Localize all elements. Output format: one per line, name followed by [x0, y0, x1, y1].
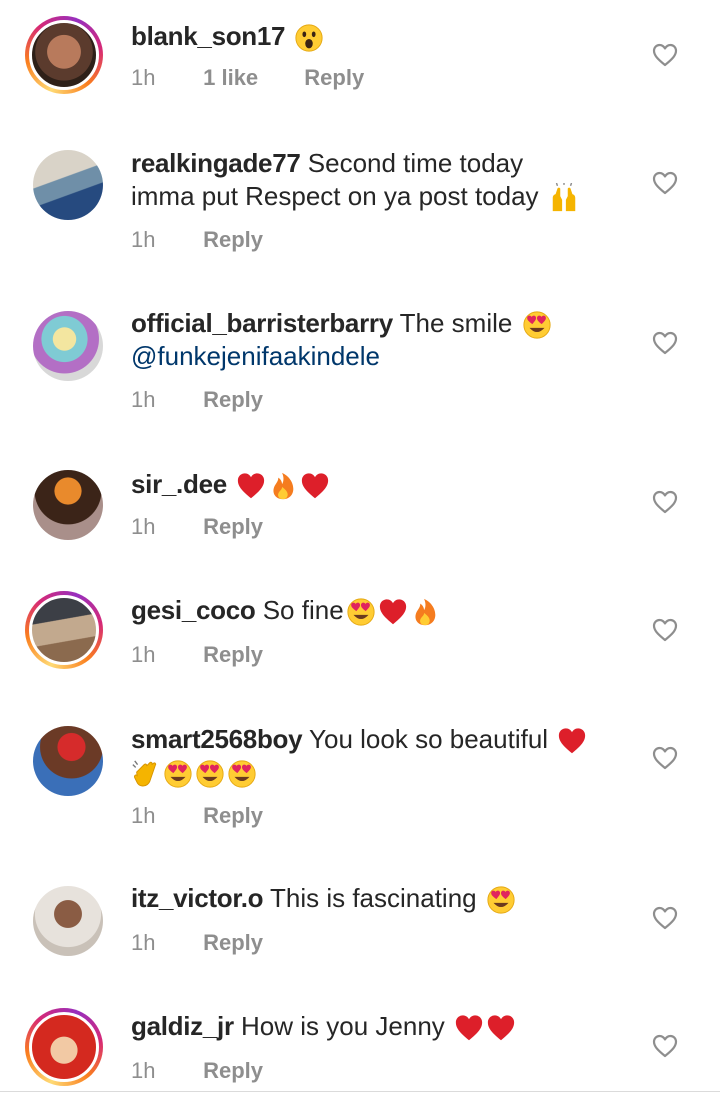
- heart-eyes-emoji-icon: [227, 759, 257, 789]
- red-heart-emoji-icon: [557, 726, 587, 756]
- like-heart-icon[interactable]: [652, 43, 678, 67]
- avatar[interactable]: [25, 1008, 103, 1086]
- like-heart-icon[interactable]: [652, 490, 678, 514]
- mention-link[interactable]: @funkejenifaakindele: [131, 341, 380, 371]
- red-heart-emoji-icon: [454, 1013, 484, 1043]
- avatar[interactable]: [33, 470, 103, 540]
- raising-hands-emoji-icon: [548, 183, 580, 213]
- comment-username[interactable]: sir_.dee: [131, 469, 227, 499]
- comment-username[interactable]: realkingade77: [131, 148, 301, 178]
- red-heart-emoji-icon: [378, 597, 408, 627]
- comment-text: The smile: [399, 308, 513, 338]
- comment-text: This is fascinating: [269, 883, 477, 913]
- comment-username[interactable]: official_barristerbarry: [131, 308, 393, 338]
- reply-button[interactable]: Reply: [203, 642, 263, 668]
- divider: [0, 1091, 720, 1092]
- heart-eyes-emoji-icon: [486, 885, 516, 915]
- comment-time: 1h: [131, 930, 156, 955]
- comment-username[interactable]: itz_victor.o: [131, 883, 264, 913]
- avatar[interactable]: [33, 150, 103, 220]
- comment-time: 1h: [131, 65, 156, 90]
- avatar[interactable]: [33, 726, 103, 796]
- reply-button[interactable]: Reply: [203, 387, 263, 413]
- comment-text: So fine: [262, 595, 344, 625]
- reply-button[interactable]: Reply: [304, 65, 364, 91]
- like-heart-icon[interactable]: [652, 906, 678, 930]
- like-heart-icon[interactable]: [652, 331, 678, 355]
- like-heart-icon[interactable]: [652, 618, 678, 642]
- red-heart-emoji-icon: [486, 1013, 516, 1043]
- comment-time: 1h: [131, 642, 156, 667]
- comment-time: 1h: [131, 1058, 156, 1083]
- comment-time: 1h: [131, 387, 156, 412]
- comment-time: 1h: [131, 227, 156, 252]
- avatar[interactable]: [25, 591, 103, 669]
- comment-text: Second time today: [307, 148, 524, 178]
- comment-text: How is you Jenny: [241, 1011, 445, 1041]
- reply-button[interactable]: Reply: [203, 227, 263, 253]
- comment-username[interactable]: blank_son17: [131, 21, 286, 51]
- comment-text: You look so beautiful: [309, 724, 549, 754]
- reply-button[interactable]: Reply: [203, 803, 263, 829]
- reply-button[interactable]: Reply: [203, 1058, 263, 1084]
- fire-emoji-icon: [410, 597, 440, 627]
- clapping-hands-emoji-icon: [131, 759, 161, 789]
- like-heart-icon[interactable]: [652, 1034, 678, 1058]
- avatar[interactable]: [25, 16, 103, 94]
- reply-button[interactable]: Reply: [203, 514, 263, 540]
- comment-username[interactable]: galdiz_jr: [131, 1011, 234, 1041]
- red-heart-emoji-icon: [300, 471, 330, 501]
- comment-time: 1h: [131, 514, 156, 539]
- avatar[interactable]: [33, 311, 103, 381]
- heart-eyes-emoji-icon: [163, 759, 193, 789]
- fire-emoji-icon: [268, 471, 298, 501]
- heart-eyes-emoji-icon: [195, 759, 225, 789]
- heart-eyes-emoji-icon: [346, 597, 376, 627]
- like-heart-icon[interactable]: [652, 746, 678, 770]
- red-heart-emoji-icon: [236, 471, 266, 501]
- avatar[interactable]: [33, 886, 103, 956]
- comment-time: 1h: [131, 803, 156, 828]
- heart-eyes-emoji-icon: [522, 310, 552, 340]
- comment-username[interactable]: smart2568boy: [131, 724, 303, 754]
- comment-text-line2: imma put Respect on ya post today: [131, 181, 539, 211]
- comment-username[interactable]: gesi_coco: [131, 595, 256, 625]
- astonished-emoji-icon: [294, 23, 324, 53]
- comment-likes[interactable]: 1 like: [203, 65, 258, 91]
- like-heart-icon[interactable]: [652, 171, 678, 195]
- reply-button[interactable]: Reply: [203, 930, 263, 956]
